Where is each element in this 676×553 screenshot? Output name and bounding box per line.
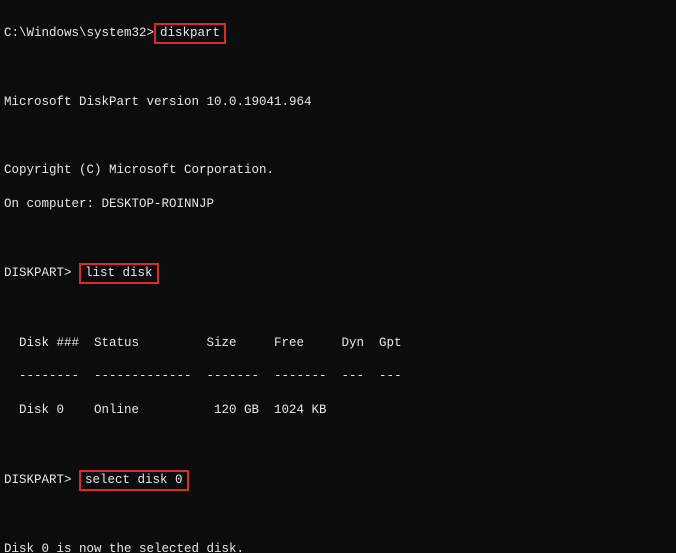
- blank-line: [4, 301, 672, 318]
- disk-table-row: Disk 0 Online 120 GB 1024 KB: [4, 402, 672, 419]
- blank-line: [4, 128, 672, 145]
- cmd-list-disk: list disk: [79, 263, 159, 284]
- diskpart-prompt: DISKPART>: [4, 473, 72, 487]
- disk-table-header: Disk ### Status Size Free Dyn Gpt: [4, 335, 672, 352]
- cmd-select-disk: select disk 0: [79, 470, 189, 491]
- diskpart-prompt: DISKPART>: [4, 266, 72, 280]
- blank-line: [4, 61, 672, 78]
- blank-line: [4, 507, 672, 524]
- terminal-window[interactable]: C:\Windows\system32>diskpart Microsoft D…: [0, 0, 676, 553]
- blank-line: [4, 436, 672, 453]
- cmd-diskpart: diskpart: [154, 23, 226, 44]
- version-line: Microsoft DiskPart version 10.0.19041.96…: [4, 94, 672, 111]
- selected-disk-msg: Disk 0 is now the selected disk.: [4, 541, 672, 553]
- path-prefix: C:\Windows\system32>: [4, 26, 154, 40]
- copyright-line: Copyright (C) Microsoft Corporation.: [4, 162, 672, 179]
- computer-line: On computer: DESKTOP-ROINNJP: [4, 196, 672, 213]
- disk-table-divider: -------- ------------- ------- ------- -…: [4, 368, 672, 385]
- blank-line: [4, 229, 672, 246]
